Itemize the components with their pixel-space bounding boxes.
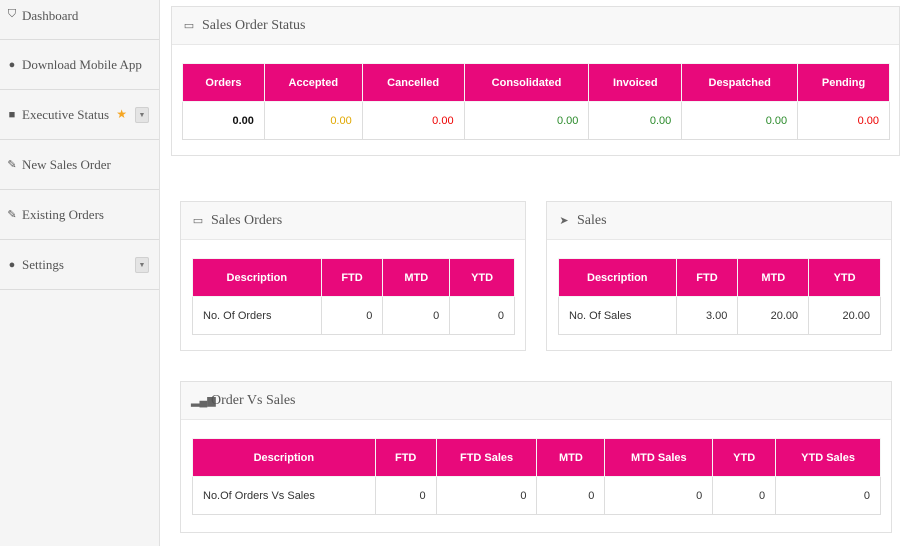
sales-orders-table: Description FTD MTD YTD No. Of Orders 0 … <box>192 258 515 335</box>
column-header: FTD Sales <box>435 438 538 477</box>
mtd-value: 0 <box>382 296 451 335</box>
sidebar-item-label: Download Mobile App <box>22 56 142 72</box>
column-header: MTD <box>737 258 810 297</box>
edit-icon: ✎ <box>7 209 17 221</box>
sidebar-item-label: Settings <box>22 256 64 272</box>
order-vs-sales-table: Description FTD FTD Sales MTD MTD Sales … <box>192 438 881 515</box>
table-header-row: Description FTD MTD YTD <box>558 258 881 297</box>
consolidated-value: 0.00 <box>463 101 590 140</box>
column-header: MTD <box>536 438 606 477</box>
column-header: Accepted <box>263 63 363 102</box>
mtd-sales-value: 0 <box>604 476 714 515</box>
sidebar-item-label: Existing Orders <box>22 206 104 222</box>
column-header: Orders <box>182 63 265 102</box>
ytd-sales-value: 0 <box>775 476 881 515</box>
sidebar-item-label: Dashboard <box>22 8 79 23</box>
table-header-row: Description FTD MTD YTD <box>192 258 515 297</box>
column-header: Consolidated <box>463 63 590 102</box>
star-icon[interactable]: ★ <box>116 107 127 122</box>
column-header: YTD <box>808 258 881 297</box>
column-header: Cancelled <box>361 63 465 102</box>
mtd-value: 20.00 <box>737 296 810 335</box>
panel-title: Sales <box>577 212 607 228</box>
column-header: Pending <box>797 63 890 102</box>
accepted-value: 0.00 <box>263 101 363 140</box>
column-header: MTD <box>382 258 451 297</box>
invoiced-value: 0.00 <box>588 101 683 140</box>
globe-icon: ● <box>8 58 16 71</box>
pending-value: 0.00 <box>797 101 890 140</box>
sidebar-item-dashboard[interactable]: ⛉ Dashboard <box>0 0 159 40</box>
globe-icon: ● <box>8 258 16 271</box>
column-header: YTD Sales <box>775 438 881 477</box>
sales-table: Description FTD MTD YTD No. Of Sales 3.0… <box>558 258 881 335</box>
sidebar-item-download-mobile-app[interactable]: ● Download Mobile App <box>0 40 159 90</box>
panel-title: Order Vs Sales <box>211 392 296 408</box>
laptop-icon: ▭ <box>183 20 195 32</box>
sidebar-item-label: Executive Status <box>22 106 110 122</box>
column-header: FTD <box>320 258 384 297</box>
cancelled-value: 0.00 <box>361 101 465 140</box>
ftd-value: 3.00 <box>675 296 739 335</box>
description-cell: No.Of Orders Vs Sales <box>192 476 376 515</box>
panel-header: ▭ Sales Order Status <box>172 7 899 45</box>
column-header: Description <box>558 258 677 297</box>
table-row: No. Of Orders 0 0 0 <box>192 296 515 335</box>
column-header: Despatched <box>681 63 799 102</box>
panel-header: ▂▄▆ Order Vs Sales <box>181 382 891 420</box>
despatched-value: 0.00 <box>681 101 799 140</box>
ytd-value: 20.00 <box>808 296 881 335</box>
column-header: Description <box>192 438 376 477</box>
column-header: YTD <box>449 258 515 297</box>
sales-orders-panel: ▭ Sales Orders Description FTD MTD YTD N… <box>180 201 526 351</box>
sales-order-status-table: Orders Accepted Cancelled Consolidated I… <box>182 63 890 140</box>
sidebar-item-new-sales-order[interactable]: ✎ New Sales Order <box>0 140 159 190</box>
shield-icon: ⛉ <box>7 8 17 20</box>
column-header: FTD <box>675 258 739 297</box>
description-cell: No. Of Sales <box>558 296 677 335</box>
column-header: FTD <box>374 438 437 477</box>
ftd-value: 0 <box>320 296 384 335</box>
chevron-down-icon[interactable]: ▼ <box>135 257 149 273</box>
sidebar-item-existing-orders[interactable]: ✎ Existing Orders <box>0 190 159 240</box>
column-header: Description <box>192 258 322 297</box>
table-row: 0.00 0.00 0.00 0.00 0.00 0.00 0.00 <box>182 101 890 140</box>
ytd-value: 0 <box>449 296 515 335</box>
sales-order-status-panel: ▭ Sales Order Status Orders Accepted Can… <box>171 6 900 156</box>
chevron-down-icon[interactable]: ▼ <box>135 107 149 123</box>
table-row: No.Of Orders Vs Sales 0 0 0 0 0 0 <box>192 476 881 515</box>
ftd-sales-value: 0 <box>435 476 538 515</box>
ftd-value: 0 <box>374 476 437 515</box>
sidebar-item-executive-status[interactable]: ■ Executive Status ★ ▼ <box>0 90 159 140</box>
table-header-row: Description FTD FTD Sales MTD MTD Sales … <box>192 438 881 477</box>
ytd-value: 0 <box>712 476 777 515</box>
laptop-icon: ▭ <box>192 215 204 227</box>
sales-panel: ➤ Sales Description FTD MTD YTD No. Of S… <box>546 201 892 351</box>
table-row: No. Of Sales 3.00 20.00 20.00 <box>558 296 881 335</box>
order-vs-sales-panel: ▂▄▆ Order Vs Sales Description FTD FTD S… <box>180 381 892 533</box>
column-header: Invoiced <box>588 63 683 102</box>
column-header: YTD <box>712 438 777 477</box>
panel-title: Sales Orders <box>211 212 283 228</box>
sidebar-item-label: New Sales Order <box>22 156 111 172</box>
panel-title: Sales Order Status <box>202 17 306 33</box>
location-arrow-icon: ➤ <box>559 215 569 227</box>
mtd-value: 0 <box>536 476 606 515</box>
bar-chart-icon: ▂▄▆ <box>191 395 216 407</box>
table-header-row: Orders Accepted Cancelled Consolidated I… <box>182 63 890 102</box>
edit-icon: ✎ <box>7 159 17 171</box>
panel-header: ▭ Sales Orders <box>181 202 525 240</box>
panel-header: ➤ Sales <box>547 202 891 240</box>
column-header: MTD Sales <box>604 438 714 477</box>
sidebar: ⛉ Dashboard ● Download Mobile App ■ Exec… <box>0 0 160 546</box>
briefcase-icon: ■ <box>8 108 16 121</box>
orders-value: 0.00 <box>182 101 265 140</box>
sidebar-item-settings[interactable]: ● Settings ▼ <box>0 240 159 290</box>
description-cell: No. Of Orders <box>192 296 322 335</box>
